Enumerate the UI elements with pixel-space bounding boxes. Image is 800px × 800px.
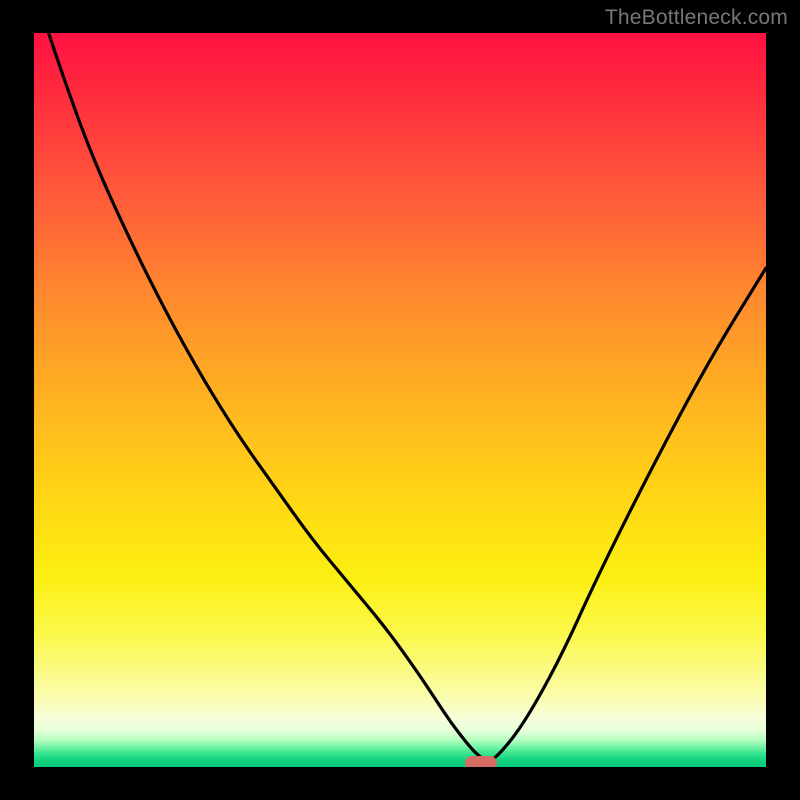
bottleneck-curve bbox=[34, 33, 766, 767]
optimal-point-marker bbox=[465, 756, 497, 767]
plot-area bbox=[34, 33, 766, 767]
watermark-text: TheBottleneck.com bbox=[605, 6, 788, 30]
chart-frame: TheBottleneck.com bbox=[0, 0, 800, 800]
